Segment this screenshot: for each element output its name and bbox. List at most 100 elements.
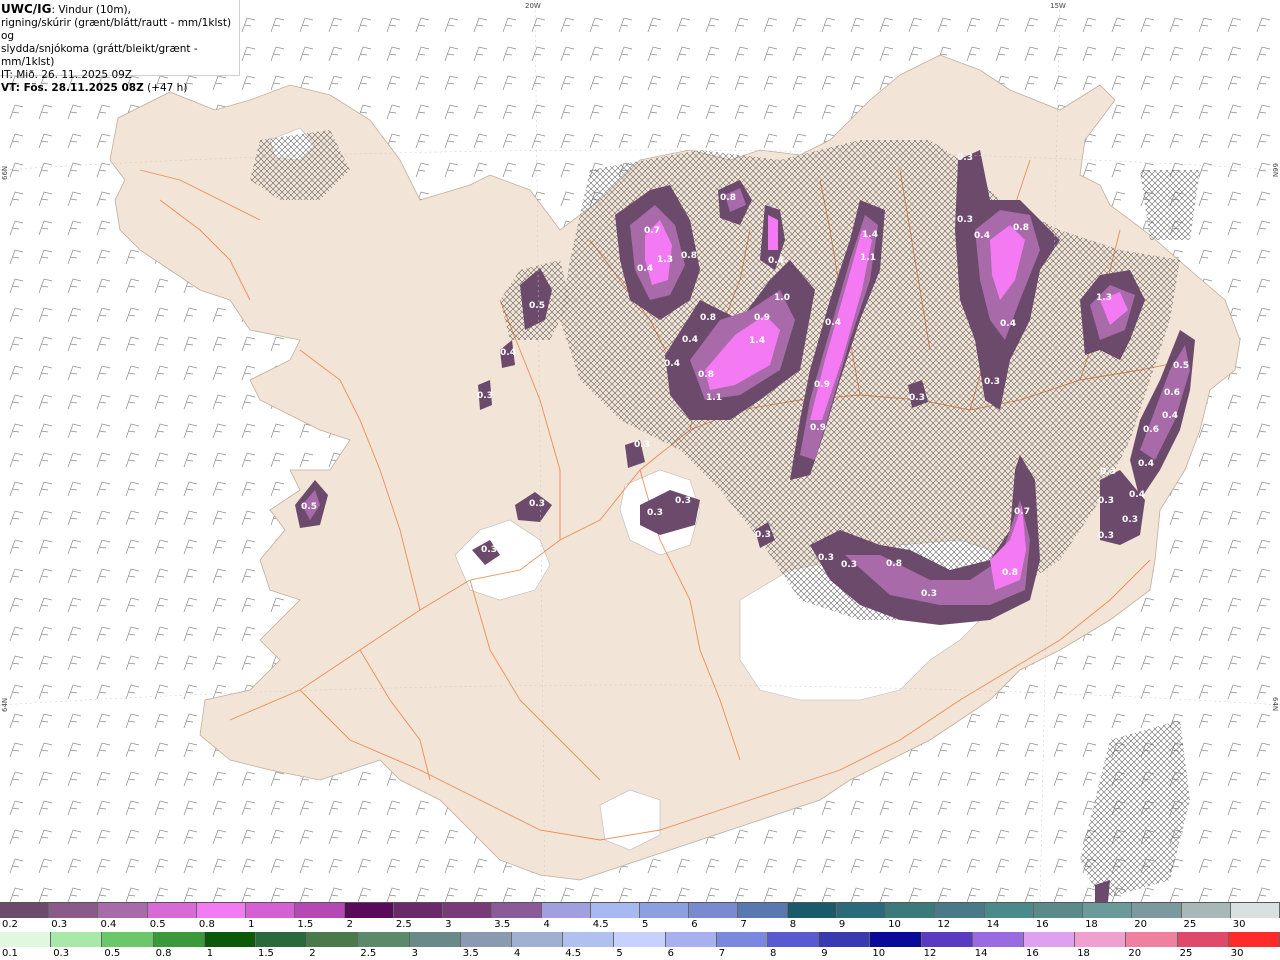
snow-colorbar-labels: 0.2 0.3 0.4 0.5 0.8 1 1.5 2 2.5 3 3.5 4 4.5 5 6 7 8 9 10 12… bbox=[0, 919, 1280, 931]
legend-swatch bbox=[886, 903, 936, 918]
lead-time: (+47 h) bbox=[147, 82, 188, 94]
precip-value-label: 0.3 bbox=[1098, 496, 1114, 506]
legend-label: 10 bbox=[872, 948, 886, 959]
legend-swatch bbox=[870, 932, 922, 947]
precip-value-label: 0.5 bbox=[301, 502, 317, 512]
legend-swatch bbox=[512, 932, 564, 947]
precip-value-label: 0.3 bbox=[957, 153, 973, 163]
precip-value-label: 0.9 bbox=[814, 380, 830, 390]
legend-swatch bbox=[665, 932, 717, 947]
rain-colorbar bbox=[0, 932, 1280, 947]
legend-swatch bbox=[1228, 932, 1280, 947]
lat-label-66n-left: 66N bbox=[1, 166, 9, 180]
precip-value-label: 0.3 bbox=[481, 545, 497, 555]
legend-label: 12 bbox=[923, 948, 937, 959]
legend-label: 0.2 bbox=[2, 919, 18, 930]
precip-value-label: 0.3 bbox=[1098, 531, 1114, 541]
legend-label: 1 bbox=[206, 948, 214, 959]
legend-swatch bbox=[492, 903, 542, 918]
precip-value-label: 0.3 bbox=[841, 560, 857, 570]
precip-value-label: 0.8 bbox=[681, 251, 697, 261]
legend-label: 4.5 bbox=[592, 919, 609, 930]
lat-label-66n-right: 66N bbox=[1271, 163, 1279, 177]
legend-label: 6 bbox=[667, 948, 674, 959]
legend-label: 0.5 bbox=[104, 948, 121, 959]
legend-label: 1.5 bbox=[258, 948, 274, 959]
legend-label: 3.5 bbox=[494, 919, 511, 930]
legend-label: 7 bbox=[740, 919, 747, 930]
legend-label: 5 bbox=[616, 948, 623, 959]
legend-swatch bbox=[204, 932, 256, 947]
legend-label: 4 bbox=[543, 919, 550, 930]
precip-value-label: 0.5 bbox=[1173, 361, 1189, 371]
product-desc-2: rigning/skúrir (grænt/blátt/rautt - mm/1… bbox=[1, 17, 232, 42]
legend-label: 6 bbox=[691, 919, 698, 930]
issue-time: IT: Mið. 26. 11. 2025 09Z bbox=[1, 69, 132, 81]
precip-value-label: 0.8 bbox=[1013, 223, 1029, 233]
precip-value-label: 1.4 bbox=[749, 336, 765, 346]
legend-label: 0.4 bbox=[100, 919, 117, 930]
precip-value-label: 0.8 bbox=[1002, 568, 1018, 578]
precip-value-label: 1.3 bbox=[657, 255, 673, 265]
legend-swatch bbox=[972, 932, 1024, 947]
precip-value-label: 0.4 bbox=[974, 231, 990, 241]
legend-swatch bbox=[0, 932, 52, 947]
legend-swatch bbox=[307, 932, 359, 947]
precip-value-label: 0.4 bbox=[682, 335, 698, 345]
forecast-map: 0.71.3 0.80.40.80.50.40.30.80.40.41.00.91… bbox=[0, 0, 1280, 902]
legend-swatch bbox=[460, 932, 512, 947]
precip-value-label: 0.4 bbox=[500, 348, 516, 358]
precip-value-label: 0.5 bbox=[529, 301, 545, 311]
legend-swatch bbox=[153, 932, 205, 947]
precip-value-label: 0.4 bbox=[768, 256, 784, 266]
precip-value-label: 0.6 bbox=[1164, 388, 1180, 398]
product-desc-3: slydda/snjókoma (grátt/bleikt/grænt - mm… bbox=[1, 43, 198, 68]
legend-swatch bbox=[393, 903, 444, 918]
precip-value-label: 0.3 bbox=[647, 508, 663, 518]
legend-label: 2.5 bbox=[395, 919, 412, 930]
color-legend: 0.2 0.3 0.4 0.5 0.8 1 1.5 2 2.5 3 3.5 4 4.5 5 6 7 8 9 10 12… bbox=[0, 902, 1280, 960]
legend-label: 8 bbox=[770, 948, 777, 959]
precip-value-label: 0.8 bbox=[698, 370, 714, 380]
legend-swatch bbox=[1024, 932, 1076, 947]
valid-time: VT: Fös. 28.11.2025 08Z bbox=[1, 82, 144, 94]
rain-colorbar-labels: 0.1 0.3 0.5 0.8 1 1.5 2 2.5 3 3.5 4 4.5 5 6 7 8 9 10 12 14 1… bbox=[0, 948, 1280, 960]
precip-value-label: 0.4 bbox=[1000, 319, 1016, 329]
legend-swatch bbox=[147, 903, 197, 918]
legend-label: 4.5 bbox=[565, 948, 582, 959]
legend-swatch bbox=[443, 903, 493, 918]
legend-swatch bbox=[98, 903, 148, 918]
precip-value-label: 0.7 bbox=[644, 226, 660, 236]
legend-label: 25 bbox=[1179, 948, 1193, 959]
legend-swatch bbox=[935, 903, 985, 918]
legend-swatch bbox=[409, 932, 461, 947]
precip-value-label: 0.9 bbox=[810, 423, 826, 433]
lat-label-64n-right: 64N bbox=[1271, 697, 1279, 711]
precip-value-label: 0.8 bbox=[886, 559, 902, 569]
legend-label: 14 bbox=[974, 948, 988, 959]
legend-label: 0.3 bbox=[51, 919, 68, 930]
legend-swatch bbox=[1083, 903, 1133, 918]
legend-swatch bbox=[541, 903, 591, 918]
legend-label: 16 bbox=[1035, 919, 1049, 930]
legend-label: 3 bbox=[411, 948, 418, 959]
precip-value-label: 1.3 bbox=[1096, 293, 1112, 303]
legend-swatch bbox=[1075, 932, 1127, 947]
legend-swatch bbox=[1132, 903, 1182, 918]
valid-time-line: VT: Fös. 28.11.2025 08Z (+47 h) bbox=[1, 82, 239, 95]
legend-label: 9 bbox=[821, 948, 828, 959]
legend-label: 12 bbox=[937, 919, 951, 930]
snow-colorbar bbox=[0, 903, 1280, 918]
legend-label: 20 bbox=[1134, 919, 1148, 930]
legend-swatch bbox=[614, 932, 666, 947]
precip-value-label: 0.9 bbox=[754, 313, 770, 323]
legend-label: 10 bbox=[888, 919, 901, 930]
legend-swatch bbox=[246, 903, 296, 918]
legend-swatch bbox=[358, 932, 410, 947]
legend-swatch bbox=[344, 903, 394, 918]
legend-swatch bbox=[768, 932, 820, 947]
legend-label: 1 bbox=[248, 919, 255, 930]
precip-value-label: 0.4 bbox=[825, 318, 841, 328]
legend-label: 1.5 bbox=[297, 919, 314, 930]
precip-value-label: 0.3 bbox=[818, 553, 834, 563]
